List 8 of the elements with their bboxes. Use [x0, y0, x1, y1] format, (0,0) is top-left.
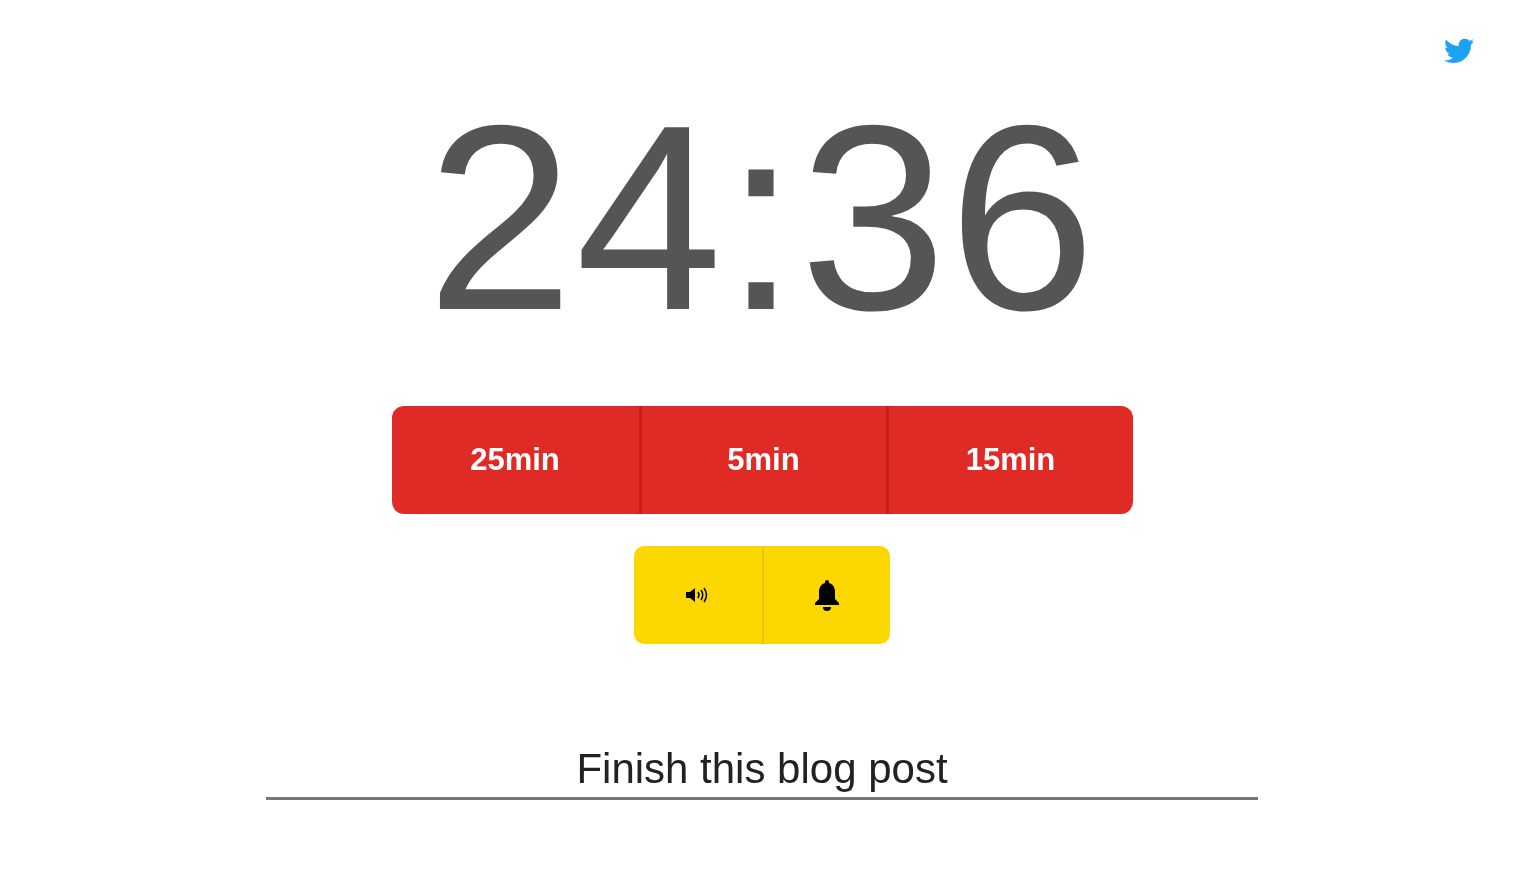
notification-button[interactable]: [762, 546, 890, 644]
preset-button[interactable]: 25min: [391, 406, 639, 514]
task-input-field[interactable]: Finish this blog post: [266, 740, 1258, 800]
preset-button[interactable]: 5min: [638, 406, 886, 514]
twitter-bird-icon[interactable]: [1444, 38, 1474, 64]
timer-display: 24:36: [426, 69, 1098, 367]
bell-icon: [813, 579, 841, 611]
preset-button[interactable]: 15min: [885, 406, 1133, 514]
